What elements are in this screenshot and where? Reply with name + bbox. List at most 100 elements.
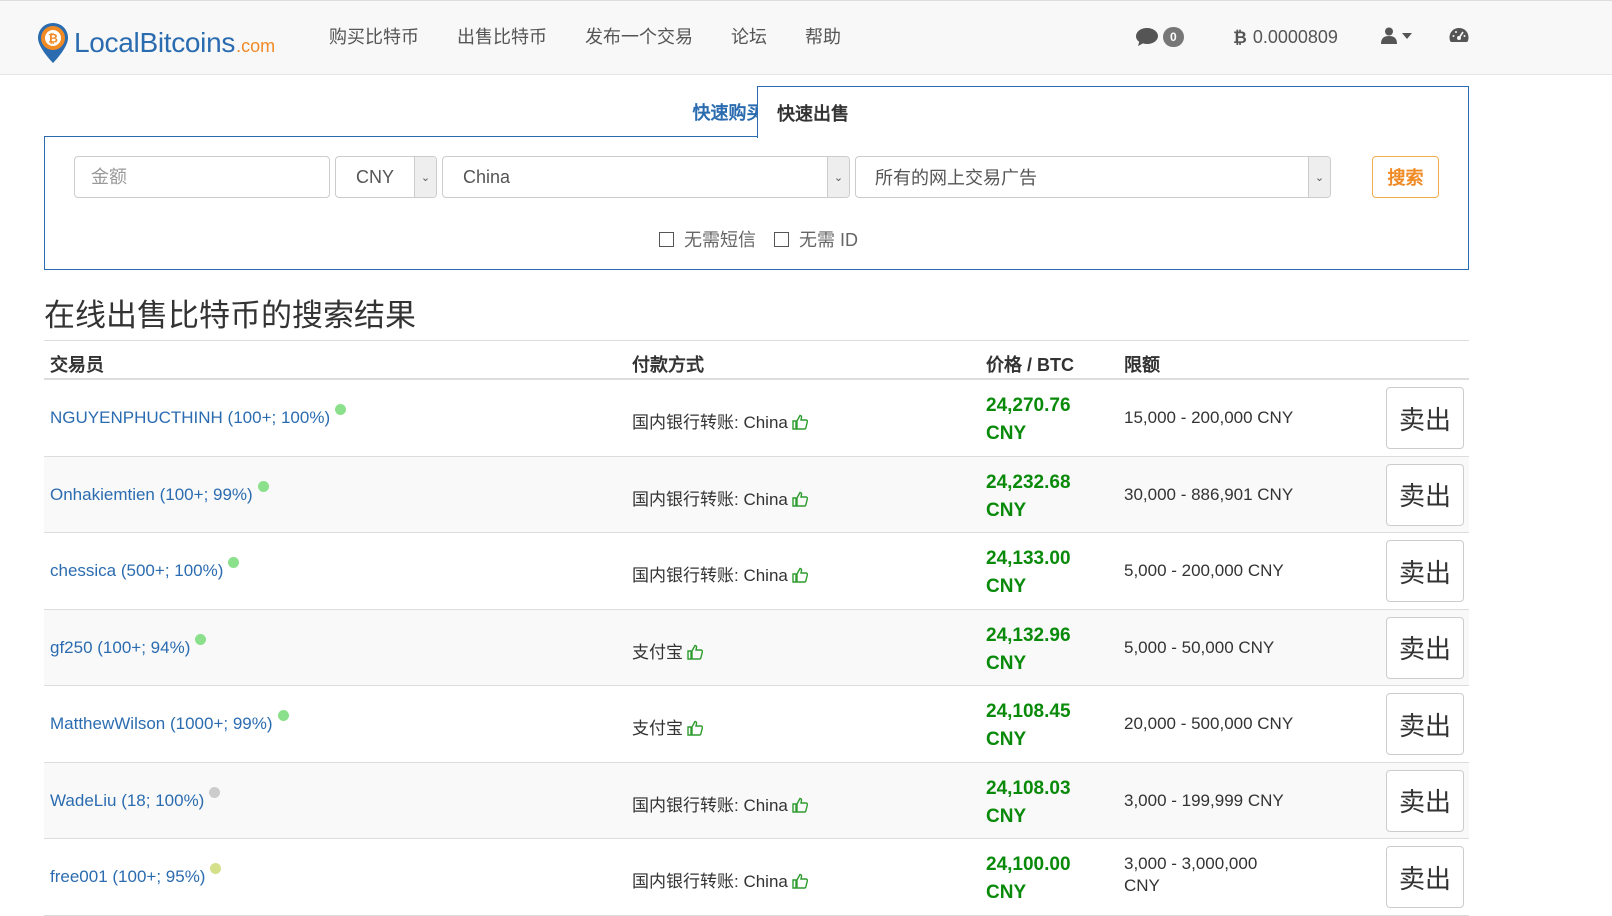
brand-suffix: .com: [236, 35, 276, 56]
price-per-btc: 24,100.00 CNY: [986, 851, 1106, 907]
panel-top-border: [45, 136, 758, 137]
price-value: 24,133.00: [986, 548, 1071, 569]
trader-link[interactable]: Onhakiemtien (100+; 99%): [50, 480, 269, 505]
payment-method: 国内银行转账: China: [632, 408, 808, 433]
trader-link[interactable]: MatthewWilson (1000+; 99%): [50, 710, 289, 734]
trade-limit: 3,000 - 199,999 CNY: [1124, 790, 1284, 810]
trader-link[interactable]: chessica (500+; 100%): [50, 557, 240, 581]
table-row: Onhakiemtien (100+; 99%) 国内银行转账: China 2…: [44, 456, 1469, 533]
quick-trade-tabs: 快速购买 快速出售: [44, 86, 1469, 138]
svg-text:₿: ₿: [48, 32, 58, 46]
user-menu-dropdown[interactable]: [1381, 27, 1412, 44]
bitcoin-icon: ₿: [1233, 27, 1247, 47]
price-value: 24,100.00: [986, 854, 1071, 875]
payment-method: 支付宝: [632, 638, 703, 663]
trade-limit: 3,000 - 3,000,000 CNY: [1124, 854, 1258, 895]
table-header: 交易员 付款方式 价格 / BTC 限额: [44, 340, 1469, 380]
online-status-dot: [257, 480, 269, 492]
no-sms-checkbox[interactable]: 无需短信: [659, 226, 756, 252]
sell-button[interactable]: 卖出: [1386, 463, 1464, 526]
header-trader: 交易员: [50, 355, 104, 375]
trader-name: MatthewWilson (1000+; 99%): [50, 714, 273, 733]
message-count-badge: 0: [1163, 27, 1184, 47]
bitcoin-pin-logo-icon: ₿: [38, 23, 68, 63]
trader-name: chessica (500+; 100%): [50, 561, 224, 580]
sell-button[interactable]: 卖出: [1386, 693, 1464, 755]
nav-sell-bitcoin[interactable]: 出售比特币: [457, 23, 547, 49]
payment-method: 国内银行转账: China: [632, 561, 808, 586]
chat-bubble-icon: [1136, 28, 1158, 46]
nav-forum[interactable]: 论坛: [731, 23, 767, 49]
trader-link[interactable]: free001 (100+; 95%): [50, 863, 222, 887]
payment-text: 国内银行转账: China: [632, 413, 788, 432]
online-status-dot: [277, 710, 289, 721]
trader-link[interactable]: WadeLiu (18; 100%): [50, 786, 221, 811]
amount-input[interactable]: [91, 166, 329, 188]
country-selected-value: China: [463, 166, 511, 187]
results-heading: 在线出售比特币的搜索结果: [44, 298, 416, 333]
online-status-dot: [210, 863, 222, 874]
search-button[interactable]: 搜索: [1372, 156, 1439, 198]
no-sms-label: 无需短信: [684, 230, 756, 250]
trade-limit: 5,000 - 50,000 CNY: [1124, 637, 1275, 657]
wallet-balance-link[interactable]: ₿ 0.0000809: [1233, 27, 1338, 48]
trader-name: NGUYENPHUCTHINH (100+; 100%): [50, 408, 331, 427]
online-status-dot: [209, 786, 221, 798]
brand-name: LocalBitcoins: [74, 27, 236, 58]
payment-method: 国内银行转账: China: [632, 485, 808, 510]
trader-name: free001 (100+; 95%): [50, 867, 206, 886]
thumbs-up-icon: [792, 873, 808, 889]
no-id-checkbox[interactable]: 无需 ID: [774, 226, 858, 252]
payment-text: 支付宝: [632, 719, 683, 738]
sell-button[interactable]: 卖出: [1386, 540, 1464, 602]
table-row: free001 (100+; 95%) 国内银行转账: China 24,100…: [44, 839, 1469, 916]
nav-help[interactable]: 帮助: [805, 23, 841, 49]
currency-select[interactable]: CNY ⌄: [335, 156, 437, 198]
thumbs-up-icon: [792, 491, 808, 507]
checkbox-box[interactable]: [659, 231, 674, 247]
table-row: WadeLiu (18; 100%) 国内银行转账: China 24,108.…: [44, 762, 1469, 839]
tab-quick-sell[interactable]: 快速出售: [757, 86, 1469, 138]
price-currency: CNY: [986, 882, 1027, 903]
payment-text: 国内银行转账: China: [632, 566, 788, 585]
trader-link[interactable]: gf250 (100+; 94%): [50, 633, 207, 658]
price-per-btc: 24,232.68 CNY: [986, 469, 1106, 525]
nav-buy-bitcoin[interactable]: 购买比特币: [329, 23, 419, 49]
header-payment: 付款方式: [632, 355, 704, 375]
price-currency: CNY: [986, 729, 1027, 750]
brand-logo-link[interactable]: ₿ LocalBitcoins .com: [36, 21, 275, 65]
trade-limit: 20,000 - 500,000 CNY: [1124, 714, 1294, 733]
trader-link[interactable]: NGUYENPHUCTHINH (100+; 100%): [50, 404, 347, 428]
trade-limit: 5,000 - 200,000 CNY: [1124, 561, 1284, 580]
payment-text: 国内银行转账: China: [632, 489, 788, 509]
payment-method: 国内银行转账: China: [632, 791, 808, 816]
trade-limit: 30,000 - 886,901 CNY: [1124, 484, 1294, 504]
price-currency: CNY: [986, 652, 1027, 674]
navbar: ₿ LocalBitcoins .com 购买比特币 出售比特币 发布一个交易 …: [0, 0, 1612, 75]
chevron-down-icon: ⌄: [827, 157, 849, 197]
nav-post-trade[interactable]: 发布一个交易: [585, 23, 693, 49]
checkbox-box[interactable]: [774, 231, 789, 247]
sell-button[interactable]: 卖出: [1386, 846, 1464, 908]
sell-button[interactable]: 卖出: [1386, 769, 1464, 832]
payment-method-selected-value: 所有的网上交易广告: [875, 168, 1037, 188]
payment-method: 国内银行转账: China: [632, 867, 808, 892]
chevron-down-icon: ⌄: [414, 157, 436, 197]
payment-text: 国内银行转账: China: [632, 795, 788, 815]
trader-name: Onhakiemtien (100+; 99%): [50, 484, 253, 504]
price-per-btc: 24,132.96 CNY: [986, 622, 1106, 678]
messages-button[interactable]: 0: [1135, 27, 1184, 47]
price-value: 24,108.03: [986, 777, 1071, 799]
sell-button[interactable]: 卖出: [1386, 387, 1464, 449]
dashboard-button[interactable]: [1449, 27, 1469, 43]
price-per-btc: 24,270.76 CNY: [986, 392, 1106, 448]
trade-limit: 15,000 - 200,000 CNY: [1124, 408, 1294, 427]
amount-field-wrapper: [74, 156, 330, 198]
quick-search-panel: CNY ⌄ China ⌄ 所有的网上交易广告 ⌄ 搜索 无需短信 无需 ID: [44, 136, 1469, 270]
sell-button[interactable]: 卖出: [1386, 616, 1464, 679]
trader-name: WadeLiu (18; 100%): [50, 790, 205, 810]
payment-method-select[interactable]: 所有的网上交易广告 ⌄: [855, 156, 1331, 198]
price-currency: CNY: [986, 576, 1027, 597]
country-select[interactable]: China ⌄: [442, 156, 850, 198]
thumbs-up-icon: [687, 644, 703, 660]
